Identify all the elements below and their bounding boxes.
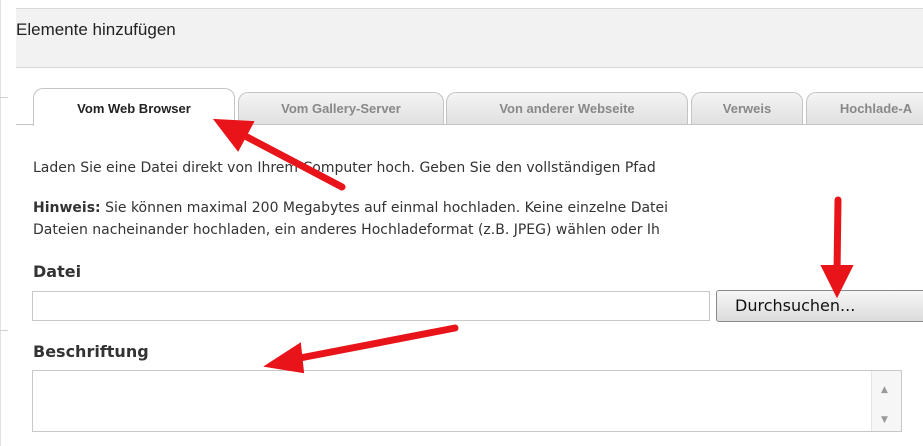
intro-text: Laden Sie eine Datei direkt von Ihrem Co…: [33, 160, 656, 176]
tab-verweis[interactable]: Verweis: [691, 92, 803, 124]
note-text: Sie können maximal 200 Megabytes auf ein…: [100, 200, 669, 216]
left-border-tick: [0, 330, 8, 331]
panel-title: Elemente hinzufügen: [16, 20, 176, 39]
left-border-tick: [0, 97, 8, 98]
file-path-input[interactable]: [32, 291, 710, 321]
annotation-arrow-caption-head: [263, 342, 305, 374]
note-label: Hinweis:: [33, 200, 101, 216]
annotation-arrow-caption: [296, 324, 459, 362]
tab-vom-web-browser[interactable]: Vom Web Browser: [33, 88, 235, 126]
note-line-1: Hinweis: Sie können maximal 200 Megabyte…: [33, 200, 668, 216]
caption-scrollbar[interactable]: ▲ ▼: [871, 371, 901, 431]
tab-von-anderer-webseite[interactable]: Von anderer Webseite: [446, 92, 688, 124]
file-field-label: Datei: [33, 262, 82, 281]
caption-textarea[interactable]: [32, 370, 902, 432]
left-border-line: [0, 0, 1, 446]
scroll-down-icon[interactable]: ▼: [881, 415, 888, 425]
annotation-arrow-browse: [833, 196, 842, 277]
caption-field-label: Beschriftung: [33, 342, 149, 361]
tab-vom-gallery-server[interactable]: Vom Gallery-Server: [238, 92, 444, 124]
browse-button[interactable]: Durchsuchen...: [716, 290, 923, 322]
note-line-2: Dateien nacheinander hochladen, ein ande…: [33, 222, 660, 238]
tab-hochlade-a[interactable]: Hochlade-A: [806, 92, 923, 124]
scroll-up-icon[interactable]: ▲: [881, 385, 888, 395]
